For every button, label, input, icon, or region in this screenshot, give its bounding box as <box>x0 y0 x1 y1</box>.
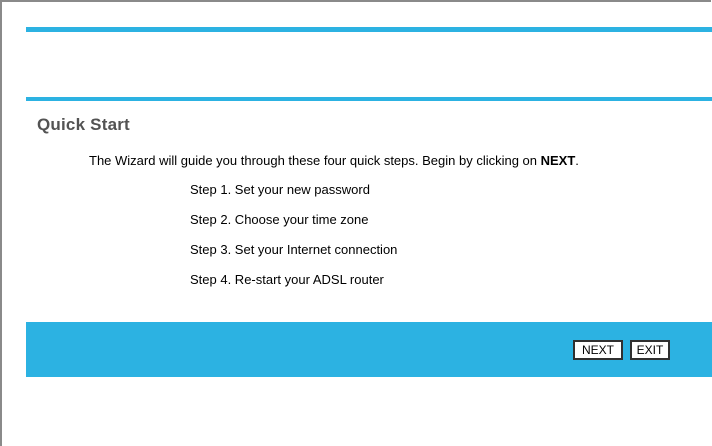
step-2: Step 2. Choose your time zone <box>190 212 369 227</box>
page-title: Quick Start <box>37 115 130 134</box>
exit-button[interactable]: EXIT <box>630 340 670 360</box>
step-4: Step 4. Re-start your ADSL router <box>190 272 384 287</box>
intro-next-emphasis: NEXT <box>540 153 576 168</box>
step-3: Step 3. Set your Internet connection <box>190 242 398 257</box>
next-button[interactable]: NEXT <box>573 340 623 360</box>
step-1: Step 1. Set your new password <box>190 182 370 197</box>
intro-text-main: The Wizard will guide you through these … <box>89 153 541 168</box>
intro-text: The Wizard will guide you through these … <box>89 153 579 168</box>
intro-text-end: . <box>575 153 579 168</box>
header-accent-bar <box>26 27 712 32</box>
title-divider-bar <box>26 97 712 101</box>
